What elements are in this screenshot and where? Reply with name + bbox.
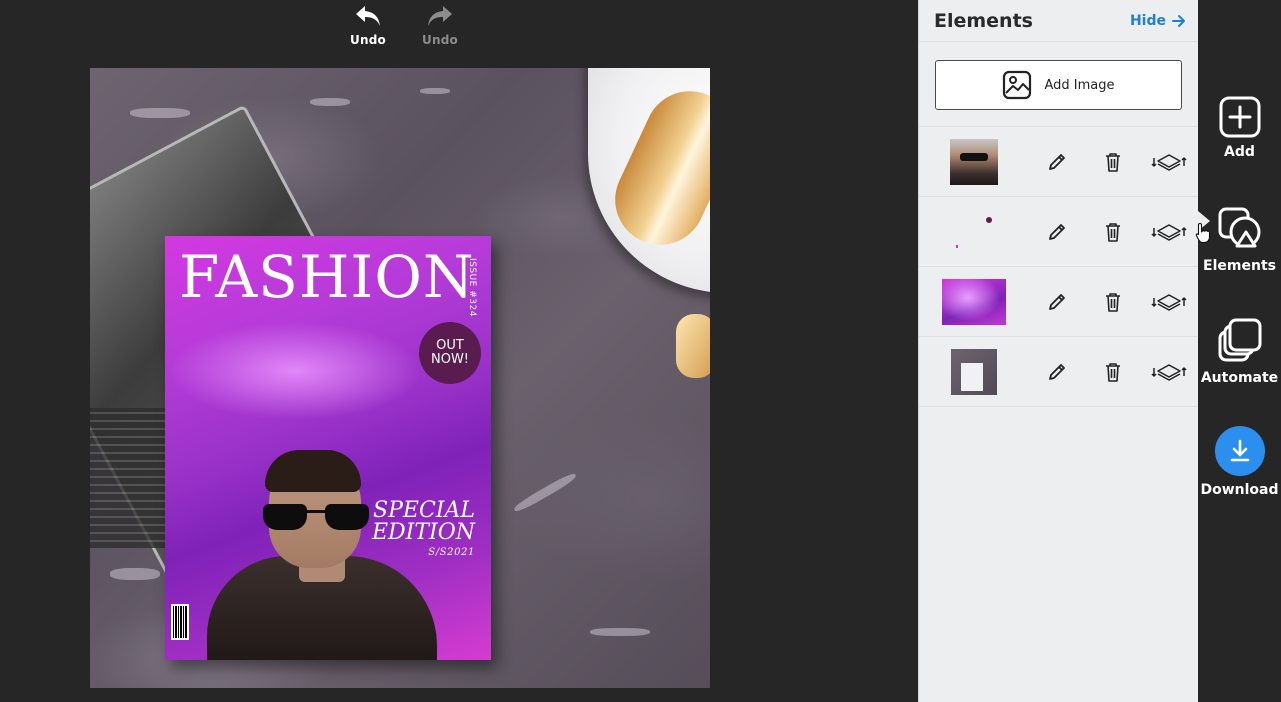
download-label: Download [1200,482,1279,498]
layer-thumbnail[interactable] [942,278,1006,325]
automate-tool-button[interactable]: Automate [1198,318,1281,386]
magazine-cover[interactable]: FASHION ISSUE #324 OUT NOW! SPECIAL EDIT… [165,236,491,660]
texture-speck [590,628,650,636]
undo-arrow-icon [356,6,380,26]
redo-label: Undo [422,33,458,47]
hide-panel-button[interactable]: Hide [1130,13,1186,29]
shapes-icon [1218,207,1260,248]
layer-row[interactable] [919,197,1198,267]
elements-panel: Elements Hide Add Image [918,0,1198,702]
badge-line-1: OUT [436,338,464,354]
add-image-label: Add Image [1044,77,1115,93]
texture-speck [420,88,450,94]
elements-tool-label: Elements [1203,258,1276,274]
texture-speck [512,471,578,514]
image-icon [1003,70,1032,100]
automate-tool-label: Automate [1200,370,1279,386]
texture-speck [130,108,190,118]
trash-icon [1106,362,1120,382]
hand-cursor-icon [1195,222,1211,244]
trash-icon [1106,222,1120,242]
delete-layer-button[interactable] [1085,291,1141,313]
design-canvas[interactable]: FASHION ISSUE #324 OUT NOW! SPECIAL EDIT… [90,68,710,688]
delete-layer-button[interactable] [1085,361,1141,383]
pencil-icon [1049,153,1065,170]
pencil-icon [1049,223,1065,240]
delete-layer-button[interactable] [1085,221,1141,243]
layer-thumbnail[interactable] [950,138,998,185]
delete-layer-button[interactable] [1085,151,1141,173]
plus-square-icon [1219,96,1260,138]
person-hair [265,450,361,492]
pencil-icon [1049,363,1065,380]
edit-layer-button[interactable] [1029,151,1085,173]
layer-row[interactable] [919,337,1198,407]
arrow-right-icon [1172,14,1185,27]
texture-speck [110,568,160,580]
layer-row[interactable] [919,267,1198,337]
redo-button[interactable]: Undo [416,0,464,48]
hide-label: Hide [1129,12,1166,29]
stack-icon [1218,318,1261,362]
layer-thumbnail[interactable] [951,348,997,395]
season-text: S/S2021 [428,546,475,558]
special-line-1: SPECIAL [373,498,475,523]
magazine-issue[interactable]: ISSUE #324 [467,258,477,317]
redo-arrow-icon [428,6,452,26]
layer-order-icon [1151,153,1187,171]
history-controls: Undo Undo [344,0,464,48]
reorder-layer-button[interactable] [1141,151,1197,173]
download-button[interactable]: Download [1198,426,1281,498]
pastry-piece-image [676,314,710,378]
layer-list [919,126,1198,407]
special-line-2: EDITION [371,520,475,546]
magazine-title[interactable]: FASHION [179,248,475,306]
edit-layer-button[interactable] [1029,361,1085,383]
reorder-layer-button[interactable] [1141,291,1197,313]
layer-order-icon [1151,293,1187,311]
edit-layer-button[interactable] [1029,291,1085,313]
download-circle [1214,426,1265,476]
app-root: Undo Undo FASHION ISSUE #324 OUT NOW! SP… [0,0,1281,702]
undo-button[interactable]: Undo [344,0,392,48]
add-tool-label: Add [1224,144,1255,160]
tool-rail: Add Elements Automate Download [1198,0,1281,702]
reorder-layer-button[interactable] [1141,221,1197,243]
edit-layer-button[interactable] [1029,221,1085,243]
undo-label: Undo [350,33,386,47]
panel-header: Elements Hide [919,0,1198,42]
special-edition-text[interactable]: SPECIAL EDITION S/S2021 [371,498,475,558]
layer-row[interactable] [919,127,1198,197]
barcode [171,604,189,640]
badge-line-2: NOW! [430,352,470,367]
trash-icon [1106,152,1120,172]
add-tool-button[interactable]: Add [1198,96,1281,160]
reorder-layer-button[interactable] [1141,361,1197,383]
texture-speck [310,98,350,106]
trash-icon [1106,292,1120,312]
panel-title: Elements [934,9,1033,32]
download-icon [1230,439,1249,462]
layer-thumbnail[interactable] [950,209,998,255]
add-image-button[interactable]: Add Image [935,60,1182,110]
layer-order-icon [1151,223,1187,241]
out-now-badge[interactable]: OUT NOW! [419,322,481,384]
layer-order-icon [1151,363,1187,381]
sunglasses [263,504,369,530]
pencil-icon [1049,293,1065,310]
